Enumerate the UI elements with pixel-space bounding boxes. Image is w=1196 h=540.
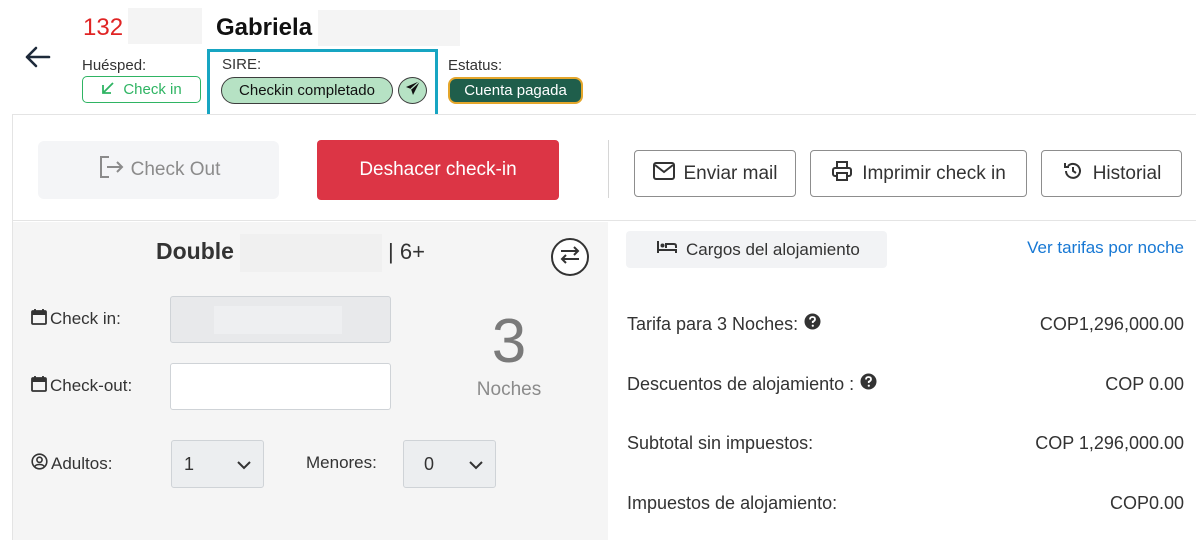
redacted-block xyxy=(128,8,202,44)
adults-label: Adultos: xyxy=(31,453,112,475)
swap-icon xyxy=(558,244,582,271)
print-checkin-label: Imprimir check in xyxy=(862,162,1006,184)
room-number: 132 xyxy=(83,14,124,41)
calendar-icon xyxy=(31,375,47,397)
room-occupancy: | 6+ xyxy=(388,239,425,264)
redacted-block xyxy=(214,306,342,334)
history-button[interactable]: Historial xyxy=(1041,150,1182,197)
history-label: Historial xyxy=(1092,162,1162,184)
status-label: Estatus: xyxy=(448,57,503,74)
tab-lodging-charges[interactable]: Cargos del alojamiento xyxy=(626,231,887,268)
adults-value: 1 xyxy=(184,453,195,474)
checkout-date-input[interactable] xyxy=(170,363,391,410)
swap-room-button[interactable] xyxy=(551,238,589,276)
nightly-rates-link[interactable]: Ver tarifas por noche xyxy=(1000,238,1184,258)
charge-value: COP 1,296,000.00 xyxy=(1035,433,1184,453)
help-icon[interactable] xyxy=(860,373,877,395)
print-checkin-button[interactable]: Imprimir check in xyxy=(810,150,1027,197)
logout-icon xyxy=(97,153,125,187)
nights-label: Noches xyxy=(476,379,542,400)
back-arrow-icon[interactable] xyxy=(20,40,54,74)
checkout-label: Check Out xyxy=(130,159,221,180)
status-badge: Cuenta pagada xyxy=(448,77,583,104)
guest-checkin-badge[interactable]: Check in xyxy=(82,76,201,103)
nights-count: 3 xyxy=(491,307,527,376)
charge-row-rate: Tarifa para 3 Noches: COP1,296,000.00 xyxy=(627,313,1184,335)
checkout-date-label: Check-out: xyxy=(31,375,132,397)
arrow-down-left-icon xyxy=(101,81,115,99)
charge-row-subtotal: Subtotal sin impuestos: COP 1,296,000.00 xyxy=(627,433,1184,453)
user-circle-icon xyxy=(31,453,48,475)
adults-select[interactable]: 1 xyxy=(171,440,264,488)
help-icon[interactable] xyxy=(804,313,821,335)
guest-name: Gabriela xyxy=(216,14,313,41)
tab-lodging-charges-label: Cargos del alojamiento xyxy=(686,239,860,259)
checkin-date-label: Check in: xyxy=(31,308,121,330)
minors-value: 0 xyxy=(424,453,435,474)
send-sire-button[interactable] xyxy=(398,77,427,104)
undo-checkin-button[interactable]: Deshacer check-in xyxy=(317,140,559,200)
bed-icon xyxy=(656,239,678,260)
chevron-down-icon xyxy=(469,454,483,475)
send-mail-label: Enviar mail xyxy=(683,162,778,184)
chevron-down-icon xyxy=(237,454,251,475)
minors-label: Menores: xyxy=(306,453,377,472)
minors-select[interactable]: 0 xyxy=(403,440,496,488)
redacted-block xyxy=(318,10,460,46)
charge-value: COP1,296,000.00 xyxy=(1039,313,1184,334)
redacted-block xyxy=(240,234,382,272)
room-type: Double xyxy=(156,238,234,264)
checkout-button[interactable]: Check Out xyxy=(38,141,279,199)
charge-row-taxes: Impuestos de alojamiento: COP0.00 xyxy=(627,493,1184,513)
sire-status-badge: Checkin completado xyxy=(221,77,393,104)
toolbar-divider xyxy=(608,140,609,198)
guest-label: Huésped: xyxy=(82,57,147,74)
charge-row-discounts: Descuentos de alojamiento : COP 0.00 xyxy=(627,373,1184,395)
calendar-icon xyxy=(31,308,47,330)
checkin-detail-page: 132 Gabriela Huésped: SIRE: Estatus: Che… xyxy=(0,0,1196,540)
send-mail-button[interactable]: Enviar mail xyxy=(634,150,796,197)
history-icon xyxy=(1062,160,1084,188)
guest-checkin-label: Check in xyxy=(123,81,182,98)
charge-value: COP 0.00 xyxy=(1105,373,1184,394)
printer-icon xyxy=(831,160,853,188)
send-icon xyxy=(405,80,421,101)
charge-value: COP0.00 xyxy=(1109,493,1184,513)
mail-icon xyxy=(652,161,675,186)
